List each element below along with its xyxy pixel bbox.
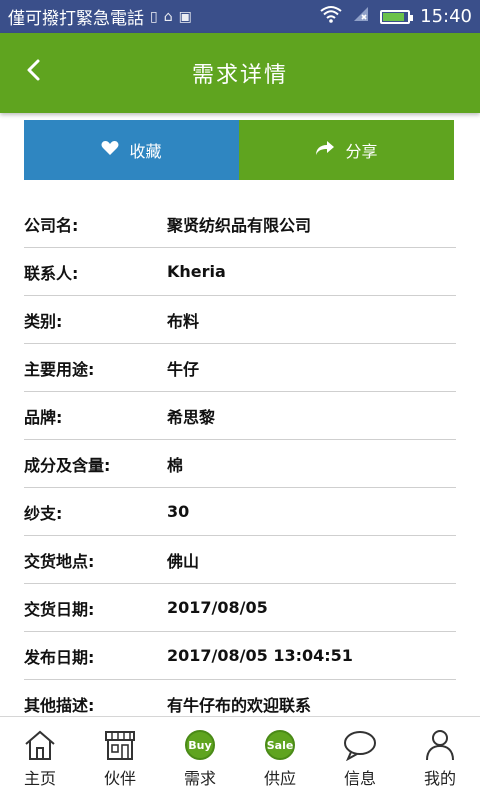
status-left: 僅可撥打緊急電話 ▯ ⌂ ▣ [8,4,192,30]
detail-row-category: 类别: 布料 [24,296,456,344]
bottom-nav: 主页 伙伴 Buy 需求 Sale 供应 信息 我的 [0,716,480,800]
detail-row-usage: 主要用途: 牛仔 [24,344,456,392]
nav-label: 伙伴 [103,769,136,788]
nav-item-partners[interactable]: 伙伴 [80,717,160,800]
home-icon [20,727,60,763]
nav-label: 信息 [343,769,376,788]
carrier-text: 僅可撥打緊急電話 [8,9,144,29]
detail-row-delivery-location: 交货地点: 佛山 [24,536,456,584]
detail-value: 布料 [167,311,200,331]
share-arrow-icon [315,140,335,161]
detail-value: 希思黎 [167,407,216,427]
detail-value: 聚贤纺织品有限公司 [167,215,312,235]
detail-label: 其他描述: [24,696,95,715]
share-label: 分享 [345,142,378,161]
detail-row-publish-date: 发布日期: 2017/08/05 13:04:51 [24,632,456,680]
buy-badge: Buy [185,730,215,760]
chat-bubble-icon [340,727,380,763]
detail-value: 棉 [167,455,184,475]
nav-label: 供应 [263,769,296,788]
detail-value: 2017/08/05 [167,598,268,617]
detail-value: 佛山 [167,551,200,571]
detail-row-delivery-date: 交货日期: 2017/08/05 [24,584,456,632]
detail-label: 公司名: [24,215,79,235]
page-title: 需求详情 [191,63,288,88]
detail-row-contact: 联系人: Kheria [24,248,456,296]
signal-icon [352,5,370,28]
detail-value: 有牛仔布的欢迎联系 [167,696,312,715]
detail-label: 交货日期: [24,599,95,619]
wifi-icon [320,5,342,28]
detail-value: 30 [167,502,190,521]
nav-label: 我的 [423,769,456,788]
detail-label: 联系人: [24,263,79,283]
detail-value: Kheria [167,262,226,281]
battery-icon [380,9,414,24]
detail-row-yarn-count: 纱支: 30 [24,488,456,536]
share-button[interactable]: 分享 [239,120,454,180]
detail-label: 成分及含量: [24,455,111,475]
detail-row-brand: 品牌: 希思黎 [24,392,456,440]
app-bar: 需求详情 [0,33,480,113]
status-right: 15:40 [320,5,472,28]
buy-badge-icon: Buy [180,727,220,763]
status-bar: 僅可撥打緊急電話 ▯ ⌂ ▣ 15:40 [0,0,480,33]
image-icon: ▣ [178,8,192,25]
nav-item-demand[interactable]: Buy 需求 [160,717,240,800]
detail-label: 品牌: [24,407,63,427]
user-icon [420,727,460,763]
nav-item-supply[interactable]: Sale 供应 [240,717,320,800]
nav-item-mine[interactable]: 我的 [400,717,480,800]
detail-label: 类别: [24,311,63,331]
detail-label: 纱支: [24,503,63,523]
nav-label: 需求 [183,769,216,788]
favorite-label: 收藏 [129,142,162,161]
detail-label: 主要用途: [24,359,95,379]
back-button[interactable] [18,55,48,91]
detail-row-composition: 成分及含量: 棉 [24,440,456,488]
detail-list: 公司名: 聚贤纺织品有限公司 联系人: Kheria 类别: 布料 主要用途: … [24,200,456,728]
heart-icon [101,140,119,161]
sale-badge-icon: Sale [260,727,300,763]
detail-value: 2017/08/05 13:04:51 [167,646,353,665]
favorite-button[interactable]: 收藏 [24,120,239,180]
nav-item-home[interactable]: 主页 [0,717,80,800]
sim-icon: ▯ [150,8,158,25]
detail-row-company: 公司名: 聚贤纺织品有限公司 [24,200,456,248]
chevron-left-icon [25,58,41,89]
android-icon: ⌂ [163,8,173,25]
status-time: 15:40 [420,6,472,27]
detail-label: 发布日期: [24,647,95,667]
storefront-icon [100,727,140,763]
detail-label: 交货地点: [24,551,95,571]
nav-item-messages[interactable]: 信息 [320,717,400,800]
sale-badge: Sale [265,730,295,760]
action-bar: 收藏 分享 [24,120,454,180]
nav-label: 主页 [23,769,56,788]
detail-value: 牛仔 [167,359,200,379]
